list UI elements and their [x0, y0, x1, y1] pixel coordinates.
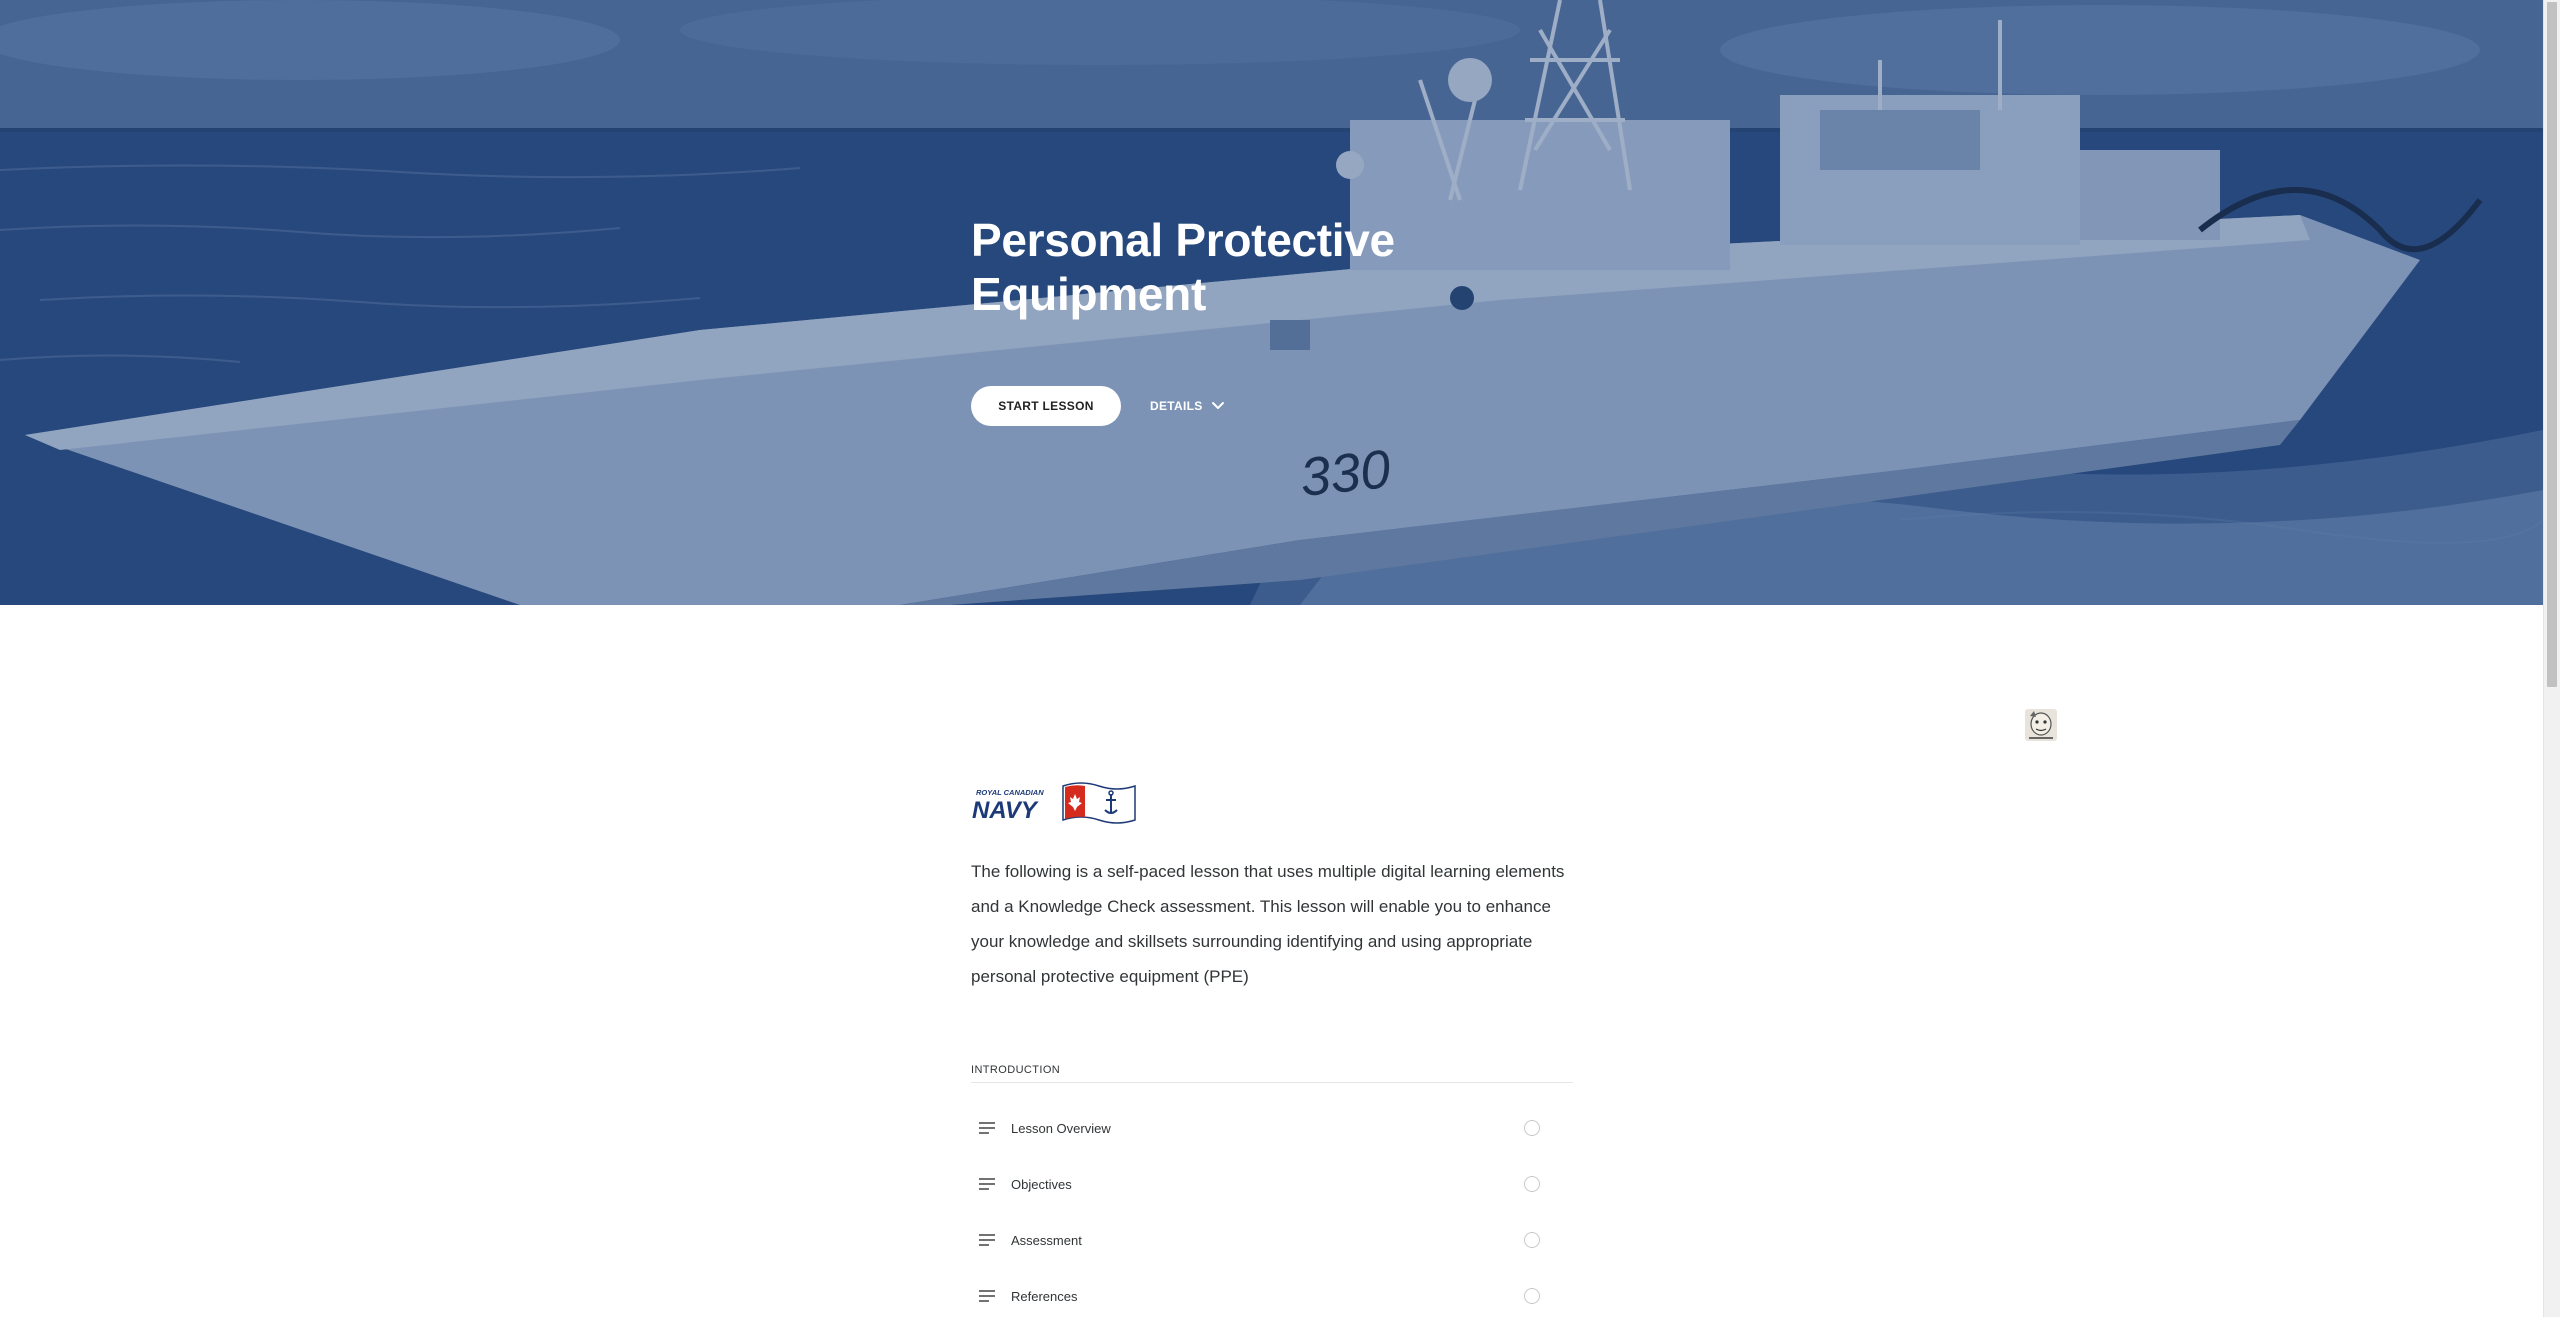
page-scrollbar[interactable] [2543, 0, 2560, 1317]
details-label: DETAILS [1150, 399, 1203, 413]
lesson-item-label: Assessment [1011, 1232, 1082, 1248]
lesson-item-references[interactable]: References [971, 1268, 1573, 1324]
section-heading-introduction: INTRODUCTION [971, 1064, 1573, 1083]
svg-text:NAVY: NAVY [972, 797, 1039, 824]
lesson-item-lesson-overview[interactable]: Lesson Overview [971, 1100, 1573, 1156]
incomplete-status-icon [1524, 1120, 1540, 1136]
lesson-item-objectives[interactable]: Objectives [971, 1156, 1573, 1212]
lesson-item-assessment[interactable]: Assessment [971, 1212, 1573, 1268]
text-lines-icon [979, 1122, 995, 1134]
royal-canadian-navy-logo: ROYAL CANADIAN NAVY [972, 782, 1136, 824]
lesson-title: Personal Protective Equipment [971, 214, 1395, 320]
avatar-icon[interactable] [2024, 708, 2058, 742]
scrollbar-thumb[interactable] [2547, 2, 2557, 687]
lesson-item-label: Objectives [1011, 1176, 1072, 1192]
text-lines-icon [979, 1290, 995, 1302]
start-lesson-button[interactable]: START LESSON [971, 386, 1121, 426]
lesson-outline-list: Lesson Overview Objectives Assessment Re… [971, 1100, 1573, 1324]
lesson-item-label: References [1011, 1288, 1078, 1304]
chevron-down-icon [1211, 402, 1224, 409]
incomplete-status-icon [1524, 1288, 1540, 1304]
svg-text:ROYAL CANADIAN: ROYAL CANADIAN [976, 788, 1044, 797]
hero-banner: 330 Personal Protective Equipment START … [0, 0, 2543, 605]
details-toggle[interactable]: DETAILS [1150, 394, 1225, 418]
text-lines-icon [979, 1178, 995, 1190]
lesson-item-label: Lesson Overview [1011, 1120, 1111, 1136]
lesson-description: The following is a self-paced lesson tha… [971, 862, 1565, 986]
incomplete-status-icon [1524, 1176, 1540, 1192]
incomplete-status-icon [1524, 1232, 1540, 1248]
text-lines-icon [979, 1234, 995, 1246]
